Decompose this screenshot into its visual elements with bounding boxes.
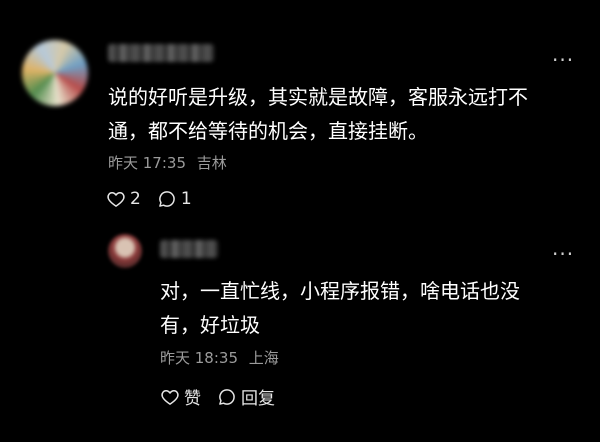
comment-text-line: 说的好听是升级，其实就是故障，客服永远打不 bbox=[108, 85, 528, 109]
location: 上海 bbox=[248, 349, 279, 367]
comment-meta: 昨天 17:35 吉林 bbox=[108, 152, 227, 173]
more-options-button[interactable]: ··· bbox=[552, 244, 574, 264]
reply-button[interactable]: 回复 bbox=[217, 384, 275, 409]
comment-bubble-icon bbox=[157, 189, 177, 209]
timestamp: 昨天 18:35 bbox=[160, 349, 238, 367]
comment-bubble-icon bbox=[217, 387, 237, 407]
avatar[interactable] bbox=[108, 234, 142, 268]
comment-actions: 赞 回复 bbox=[160, 384, 275, 409]
like-button[interactable]: 赞 bbox=[160, 384, 201, 409]
more-options-button[interactable]: ··· bbox=[552, 50, 574, 70]
username-redacted[interactable] bbox=[160, 240, 218, 258]
reply-button[interactable]: 1 bbox=[157, 189, 192, 209]
username-redacted[interactable] bbox=[108, 44, 214, 62]
timestamp: 昨天 17:35 bbox=[108, 154, 186, 172]
like-button[interactable]: 2 bbox=[106, 189, 141, 209]
location: 吉林 bbox=[196, 154, 227, 172]
reply-count: 1 bbox=[180, 189, 192, 209]
avatar[interactable] bbox=[22, 40, 88, 106]
comment-actions: 2 1 bbox=[106, 189, 192, 209]
comment-text-line: 有，好垃圾 bbox=[160, 313, 260, 337]
comment-text-line: 对，一直忙线，小程序报错，啥电话也没 bbox=[160, 279, 520, 303]
comment-text-line: 通，都不给等待的机会，直接挂断。 bbox=[108, 119, 428, 143]
like-count: 2 bbox=[130, 189, 141, 209]
reply-label: 回复 bbox=[241, 389, 275, 409]
heart-icon bbox=[106, 189, 126, 209]
comment-text: 说的好听是升级，其实就是故障，客服永远打不 通，都不给等待的机会，直接挂断。 bbox=[108, 80, 528, 148]
comment-meta: 昨天 18:35 上海 bbox=[160, 347, 279, 368]
comment-text: 对，一直忙线，小程序报错，啥电话也没 有，好垃圾 bbox=[160, 274, 520, 342]
heart-icon bbox=[160, 387, 180, 407]
like-label: 赞 bbox=[184, 389, 201, 409]
